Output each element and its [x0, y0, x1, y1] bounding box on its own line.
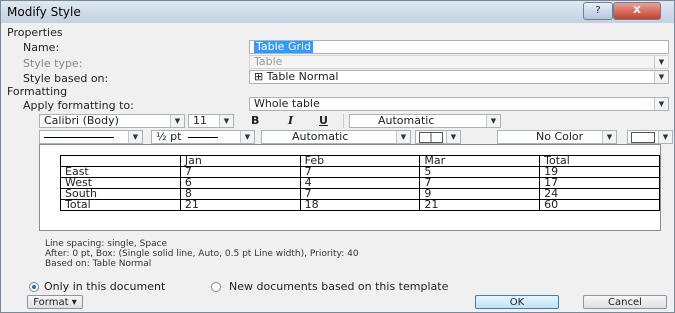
chevron-down-icon[interactable]: ▼ [654, 71, 668, 83]
border-width-value: ½ pt [156, 130, 182, 143]
cell-alignment-button[interactable]: ▼ [627, 130, 673, 144]
table-cell: 21 [179, 199, 301, 211]
table-cell: 18 [299, 199, 421, 211]
table-cell: 21 [419, 199, 541, 211]
line-weight-icon [187, 136, 218, 138]
style-type-label: Style type: [23, 57, 83, 70]
table-row: South 8 7 9 24 [60, 188, 660, 200]
table-row: West 6 4 7 17 [60, 177, 660, 189]
font-color-select[interactable]: Automatic ▼ [349, 114, 501, 128]
cancel-button[interactable]: Cancel [583, 295, 667, 309]
name-input[interactable]: Table Grid [249, 40, 669, 54]
table-row: Jan Feb Mar Total [60, 155, 660, 167]
chevron-down-icon[interactable]: ▼ [602, 131, 616, 143]
only-document-radio[interactable] [29, 282, 39, 292]
chevron-down-icon[interactable]: ▼ [128, 131, 142, 143]
style-type-value: Table [254, 55, 283, 68]
format-button[interactable]: Format ▾ [27, 295, 83, 309]
borders-grid-icon [419, 132, 443, 143]
table-cell: 4 [299, 177, 421, 189]
name-value: Table Grid [254, 40, 314, 53]
shading-select[interactable]: No Color ▼ [497, 130, 617, 144]
borders-button[interactable]: ▼ [415, 130, 461, 144]
apply-formatting-label: Apply formatting to: [23, 99, 134, 112]
apply-formatting-value: Whole table [254, 97, 320, 110]
help-button[interactable]: ? [583, 2, 613, 20]
table-cell: 7 [299, 166, 421, 178]
chevron-down-icon[interactable]: ▼ [654, 98, 668, 110]
font-size-value: 11 [193, 114, 207, 127]
table-cell: Feb [299, 155, 421, 167]
alignment-icon [631, 132, 655, 143]
table-cell: 7 [419, 177, 541, 189]
style-based-label: Style based on: [23, 72, 109, 85]
style-based-select[interactable]: ⊞ Table Normal ▼ [249, 70, 669, 84]
toolbar-divider [343, 114, 344, 128]
font-color-value: Automatic [378, 114, 435, 127]
table-cell: 60 [539, 199, 660, 211]
dialog-title: Modify Style [7, 5, 81, 19]
new-documents-radio[interactable] [211, 282, 221, 292]
table-cell: 5 [419, 166, 541, 178]
only-document-label[interactable]: Only in this document [44, 280, 165, 293]
name-label: Name: [23, 41, 60, 54]
chevron-down-icon: ▼ [654, 56, 668, 68]
style-based-value: Table Normal [266, 70, 339, 83]
apply-formatting-select[interactable]: Whole table ▼ [249, 97, 669, 111]
chevron-down-icon[interactable]: ▼ [446, 131, 460, 143]
style-type-select: Table ▼ [249, 55, 669, 69]
border-style-select[interactable]: ▼ [39, 130, 143, 144]
style-description-line: After: 0 pt, Box: (Single solid line, Au… [45, 249, 359, 259]
font-name-value: Calibri (Body) [44, 114, 119, 127]
style-description-line: Based on: Table Normal [45, 259, 152, 269]
table-style-icon: ⊞ [254, 70, 267, 83]
border-width-select[interactable]: ½ pt ▼ [151, 130, 255, 144]
table-row: East 7 7 5 19 [60, 166, 660, 178]
new-documents-label[interactable]: New documents based on this template [229, 280, 448, 293]
chevron-down-icon[interactable]: ▼ [240, 131, 254, 143]
ok-button[interactable]: OK [475, 295, 559, 309]
preview-table: Jan Feb Mar Total East 7 7 5 19 West 6 4… [60, 155, 660, 211]
shading-value: No Color [536, 130, 584, 143]
border-color-value: Automatic [292, 130, 349, 143]
chevron-down-icon[interactable]: ▼ [658, 131, 672, 143]
chevron-down-icon[interactable]: ▼ [219, 115, 233, 127]
chevron-down-icon[interactable]: ▼ [396, 131, 410, 143]
table-preview: Jan Feb Mar Total East 7 7 5 19 West 6 4… [39, 144, 661, 231]
chevron-down-icon[interactable]: ▼ [486, 115, 500, 127]
table-cell: Total [60, 199, 181, 211]
table-cell: Mar [419, 155, 541, 167]
bold-button[interactable]: B [251, 114, 259, 127]
modify-style-dialog: Modify Style ? X Properties Name: Table … [0, 0, 675, 313]
line-style-icon [44, 136, 114, 138]
font-size-select[interactable]: 11 ▼ [188, 114, 234, 128]
style-description-line: Line spacing: single, Space [45, 239, 168, 249]
table-cell: Jan [179, 155, 301, 167]
border-color-select[interactable]: Automatic ▼ [261, 130, 411, 144]
table-cell: 6 [179, 177, 301, 189]
chevron-down-icon[interactable]: ▼ [170, 115, 184, 127]
close-button[interactable]: X [613, 2, 661, 20]
underline-button[interactable]: U [319, 114, 328, 127]
italic-button[interactable]: I [288, 114, 293, 127]
table-cell: 7 [179, 166, 301, 178]
title-bar: Modify Style ? X [1, 1, 674, 23]
font-name-select[interactable]: Calibri (Body) ▼ [39, 114, 185, 128]
properties-heading: Properties [7, 26, 63, 39]
formatting-heading: Formatting [7, 85, 68, 98]
table-row: Total 21 18 21 60 [60, 199, 660, 211]
